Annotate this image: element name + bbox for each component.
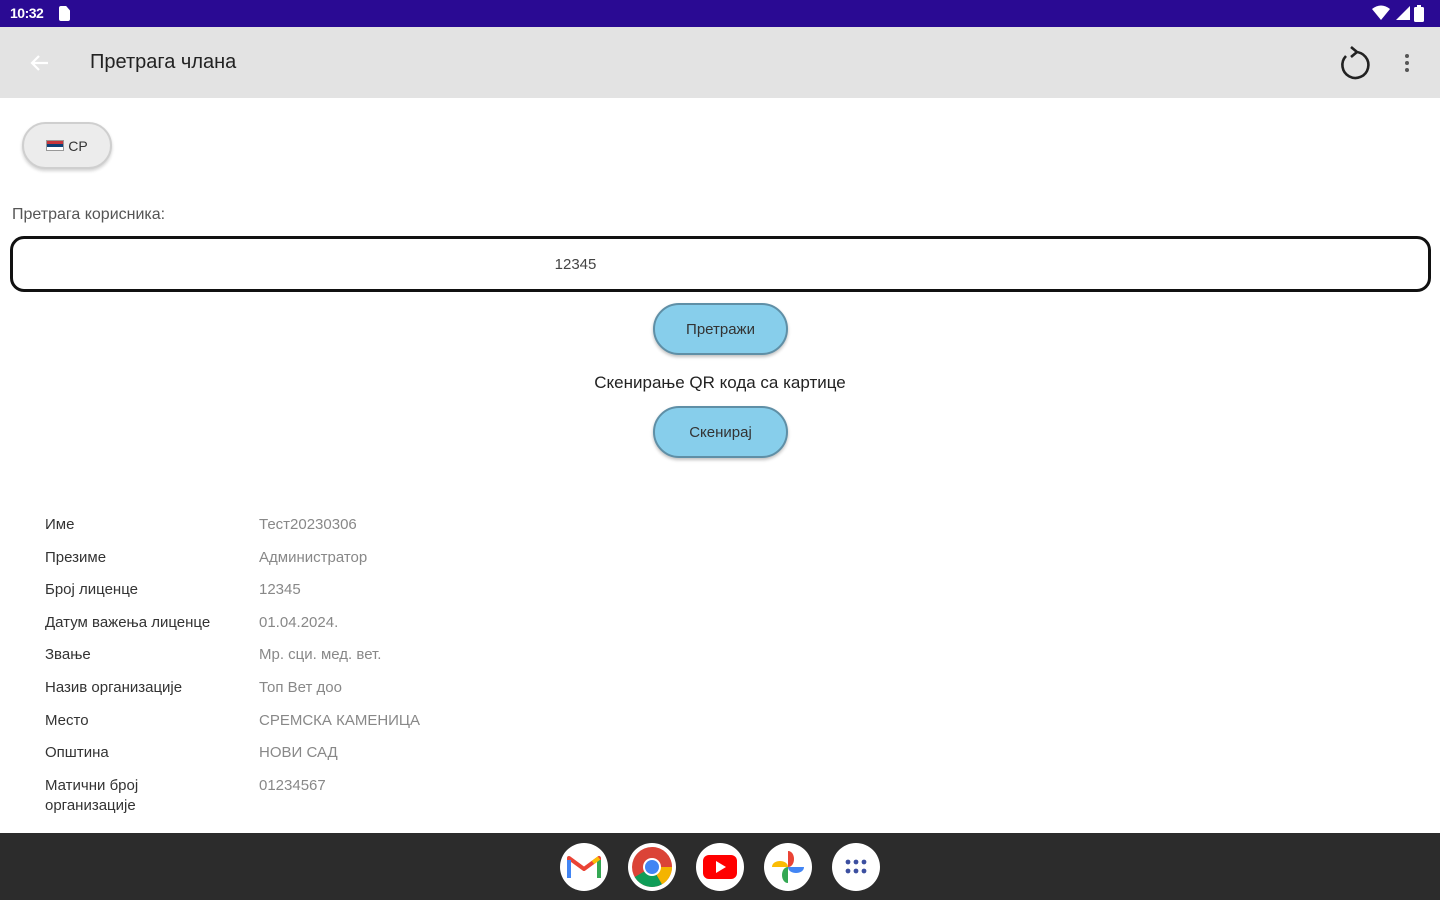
detail-row: Матични број организације 01234567: [45, 776, 645, 814]
app-bar: Претрага члана: [0, 27, 1440, 98]
detail-key: Матични број организације: [45, 776, 139, 814]
app-drawer[interactable]: [832, 842, 880, 891]
serbian-flag-icon: [46, 140, 65, 151]
refresh-icon: [1341, 46, 1370, 80]
detail-key: Звање: [45, 646, 91, 664]
detail-row: Назив организације Топ Вет доо: [45, 678, 645, 711]
photos-icon: [772, 850, 804, 883]
detail-key: Број лиценце: [45, 581, 138, 599]
detail-row: Број лиценце 12345: [45, 580, 645, 613]
status-icons: [1372, 4, 1424, 22]
status-bar: 10:32: [0, 0, 1440, 27]
detail-value: Мр. сци. мед. вет.: [259, 646, 382, 664]
chrome-app[interactable]: [628, 842, 676, 891]
page-title: Претрага члана: [90, 51, 237, 73]
member-details: Име Тест20230306 Презиме Администратор Бро…: [45, 515, 645, 814]
scan-label: Скенирање QR кода са картице: [594, 373, 846, 392]
photos-app[interactable]: [764, 842, 812, 891]
detail-key: Назив организације: [45, 678, 183, 696]
detail-value: Администратор: [259, 548, 368, 566]
detail-value: 01.04.2024.: [259, 613, 339, 631]
search-label: Претрага корисника:: [12, 206, 166, 223]
detail-value: 12345: [259, 581, 301, 599]
search-button[interactable]: Претражи: [653, 303, 788, 355]
detail-key: Општина: [45, 744, 109, 762]
more-vert-icon: [1405, 54, 1409, 72]
sim-icon: [59, 6, 70, 21]
youtube-icon: [703, 854, 737, 879]
detail-row: Име Тест20230306: [45, 515, 645, 548]
scan-button[interactable]: Скенирај: [653, 406, 788, 458]
language-button[interactable]: СР: [22, 122, 112, 169]
detail-key: Име: [45, 516, 75, 533]
detail-value: СРЕМСКА КАМЕНИЦА: [259, 711, 421, 729]
detail-row: Презиме Администратор: [45, 548, 645, 581]
language-label: СР: [68, 137, 88, 154]
detail-row: Датум важења лиценце 01.04.2024.: [45, 613, 645, 646]
detail-key: Датум важења лиценце: [45, 613, 211, 631]
battery-icon: [1414, 4, 1424, 22]
youtube-app[interactable]: [696, 842, 744, 891]
detail-row: Општина НОВИ САД: [45, 743, 645, 776]
detail-row: Место СРЕМСКА КАМЕНИЦА: [45, 711, 645, 744]
arrow-left-icon: [30, 55, 48, 71]
search-input[interactable]: [10, 236, 1431, 292]
wifi-icon: [1372, 5, 1390, 20]
chrome-icon: [632, 846, 672, 887]
gmail-icon: [567, 855, 601, 878]
taskbar: [0, 833, 1440, 900]
detail-key: Место: [45, 711, 89, 729]
detail-value: 01234567: [259, 776, 326, 794]
detail-key: Презиме: [45, 548, 107, 566]
detail-row: Звање Мр. сци. мед. вет.: [45, 645, 645, 678]
gmail-app[interactable]: [560, 842, 608, 891]
status-time: 10:32: [10, 5, 44, 21]
detail-value: Тест20230306: [259, 516, 357, 533]
app-drawer-icon: [845, 859, 867, 873]
signal-icon: [1396, 6, 1410, 20]
more-options-button[interactable]: [1393, 47, 1421, 79]
back-button[interactable]: [22, 45, 58, 81]
detail-value: Топ Вет доо: [259, 678, 342, 696]
detail-value: НОВИ САД: [259, 744, 338, 762]
refresh-button[interactable]: [1334, 42, 1376, 84]
app-dock: [0, 833, 1440, 900]
